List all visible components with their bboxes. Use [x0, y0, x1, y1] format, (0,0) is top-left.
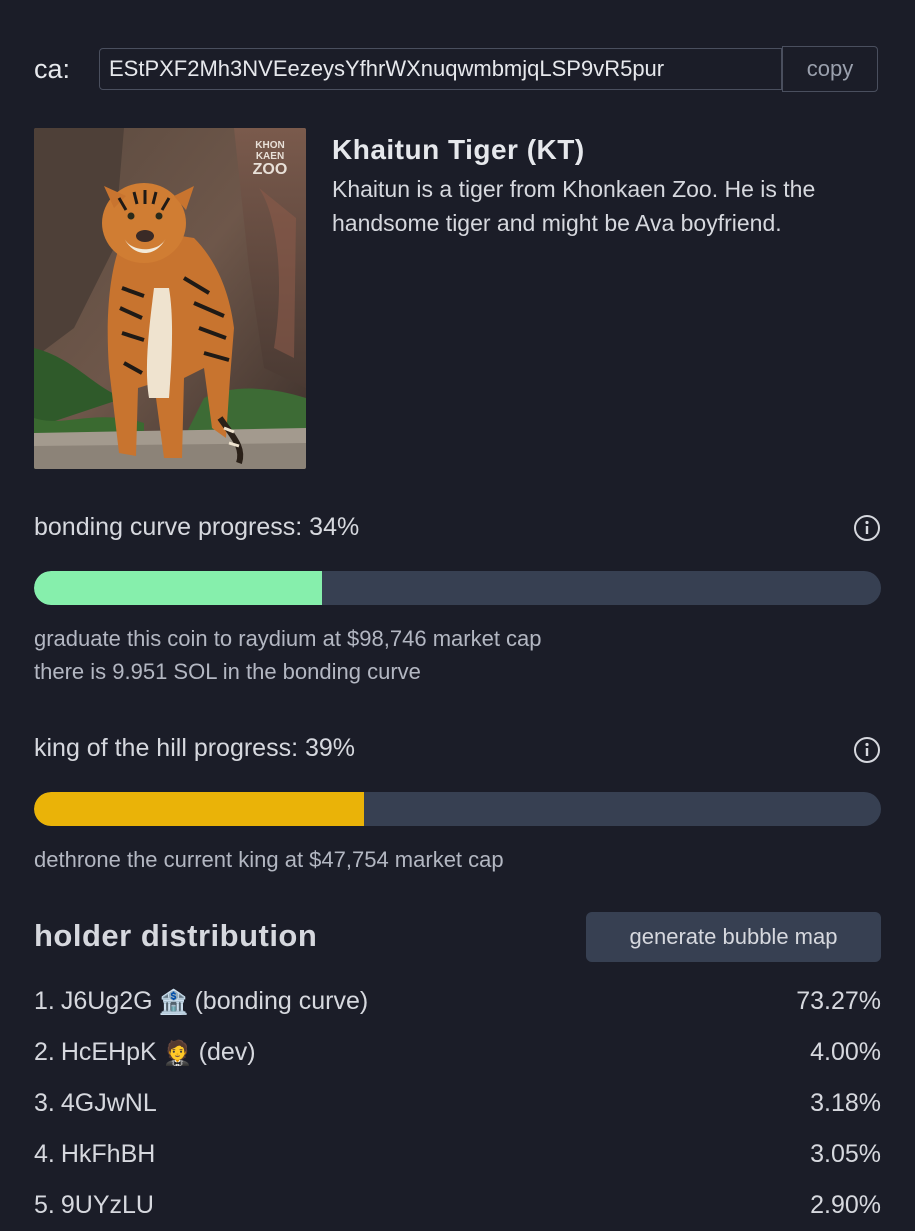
- holder-address[interactable]: 4GJwNL: [61, 1089, 157, 1118]
- bonding-curve-label: bonding curve progress: 34%: [34, 513, 360, 541]
- generate-bubble-map-button[interactable]: generate bubble map: [586, 912, 881, 962]
- holder-row: 3. 4GJwNL 3.18%: [34, 1078, 881, 1129]
- holder-rank: 3.: [34, 1089, 55, 1117]
- copy-button[interactable]: copy: [782, 46, 878, 92]
- contract-address-input[interactable]: [99, 48, 782, 90]
- contract-address-row: ca: copy: [34, 46, 881, 92]
- coin-title: Khaitun Tiger (KT): [332, 134, 585, 165]
- king-of-hill-progress-fill: [34, 792, 365, 826]
- king-of-hill-note: dethrone the current king at $47,754 mar…: [34, 847, 504, 872]
- bonding-curve-note-graduate: graduate this coin to raydium at $98,746…: [34, 626, 542, 651]
- holder-address[interactable]: HcEHpK: [61, 1038, 157, 1067]
- coin-description: Khaitun is a tiger from Khonkaen Zoo. He…: [332, 176, 816, 236]
- holder-tag: (bonding curve): [194, 987, 369, 1015]
- bank-icon: 🏦: [158, 987, 189, 1016]
- coin-image: KHON KAEN ZOO: [34, 128, 306, 469]
- holder-percent: 2.90%: [810, 1191, 881, 1219]
- holder-address[interactable]: HkFhBH: [61, 1140, 155, 1169]
- king-of-hill-progress-bar: [34, 792, 881, 826]
- holder-rank: 5.: [34, 1191, 55, 1219]
- holder-distribution-title: holder distribution: [34, 918, 318, 953]
- bonding-curve-progress-bar: [34, 571, 881, 605]
- holder-row: 2. HcEHpK 🤵 (dev) 4.00%: [34, 1027, 881, 1078]
- holder-percent: 3.05%: [810, 1140, 881, 1168]
- bonding-curve-note-sol: there is 9.951 SOL in the bonding curve: [34, 659, 421, 684]
- info-icon[interactable]: [853, 736, 881, 764]
- holder-rank: 1.: [34, 987, 55, 1015]
- holder-rank: 4.: [34, 1140, 55, 1168]
- dev-person-icon: 🤵: [162, 1038, 193, 1067]
- watermark-khon: KHON: [255, 140, 284, 151]
- holder-rank: 2.: [34, 1038, 55, 1066]
- holder-address[interactable]: 9UYzLU: [61, 1191, 154, 1220]
- watermark-zoo: ZOO: [253, 161, 288, 178]
- holder-percent: 4.00%: [810, 1038, 881, 1066]
- info-icon[interactable]: [853, 514, 881, 542]
- holder-row: 4. HkFhBH 3.05%: [34, 1129, 881, 1180]
- holder-row: 5. 9UYzLU 2.90%: [34, 1180, 881, 1231]
- holder-list: 1. J6Ug2G 🏦 (bonding curve) 73.27% 2. Hc…: [34, 976, 881, 1231]
- bonding-curve-progress-fill: [34, 571, 322, 605]
- holder-address[interactable]: J6Ug2G: [61, 987, 153, 1016]
- king-of-hill-label: king of the hill progress: 39%: [34, 734, 356, 762]
- contract-address-label: ca:: [34, 53, 71, 84]
- holder-percent: 73.27%: [796, 987, 881, 1015]
- holder-row: 1. J6Ug2G 🏦 (bonding curve) 73.27%: [34, 976, 881, 1027]
- holder-percent: 3.18%: [810, 1089, 881, 1117]
- holder-tag: (dev): [198, 1038, 256, 1066]
